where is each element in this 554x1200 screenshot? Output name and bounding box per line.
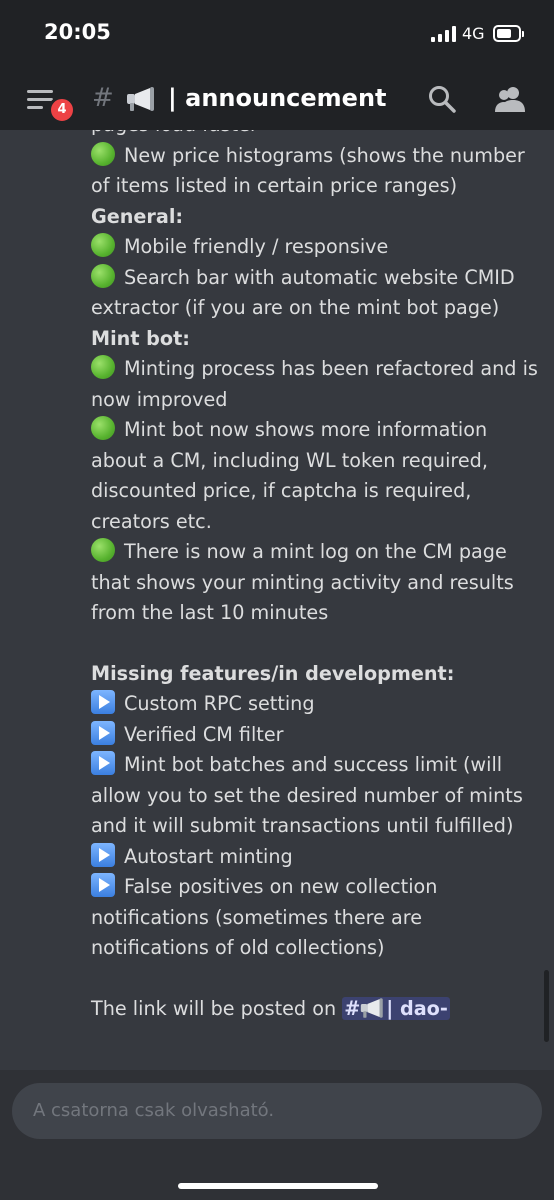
line-text: Search bar with automatic website CMID — [124, 265, 515, 289]
text-line: allow you to set the desired number of m… — [91, 781, 541, 812]
section-heading: General: — [91, 202, 541, 233]
text-line: about a CM, including WL token required, — [91, 446, 541, 477]
line-text: extractor (if you are on the mint bot pa… — [91, 296, 500, 319]
line-text: now improved — [91, 387, 228, 411]
green-circle-icon — [91, 538, 115, 562]
play-button-icon — [91, 690, 115, 714]
line-text: about a CM, including WL token required, — [91, 448, 488, 472]
green-circle-icon — [91, 141, 115, 166]
unread-badge: 4 — [48, 96, 76, 124]
text-line: notifications of old collections) — [91, 933, 541, 964]
channel-mention[interactable]: # | dao- — [342, 996, 450, 1020]
text-line: from the last 10 minutes — [91, 598, 541, 629]
channel-header: 4 # | announcement — [0, 70, 554, 130]
line-text: creators etc. — [91, 509, 212, 533]
message-content: pages load faster New price histograms (… — [91, 130, 541, 1024]
play-button-icon — [91, 720, 115, 745]
line-text: Verified CM filter — [124, 722, 284, 746]
green-circle-icon — [91, 416, 115, 440]
list-item: Mobile friendly / responsive — [91, 232, 541, 263]
signal-icon — [431, 26, 456, 42]
line-text: There is now a mint log on the CM page — [124, 540, 507, 563]
text-line: extractor (if you are on the mint bot pa… — [91, 293, 541, 324]
line-text: Custom RPC setting — [124, 692, 315, 715]
green-circle-icon — [91, 263, 115, 288]
megaphone-icon — [127, 87, 154, 111]
line-text: Mint bot: — [91, 326, 190, 350]
section-heading: Missing features/in development: — [91, 659, 541, 690]
line-text: allow you to set the desired number of m… — [91, 783, 523, 807]
scrollbar[interactable] — [544, 970, 549, 1042]
line-text: New price histograms (shows the number — [124, 143, 525, 167]
text-line: creators etc. — [91, 507, 541, 538]
line-text: of items listed in certain price ranges) — [91, 174, 458, 197]
line-text: Mint bot now shows more information — [124, 418, 488, 441]
home-indicator[interactable] — [178, 1183, 378, 1189]
megaphone-icon — [361, 997, 384, 1018]
play-button-icon — [91, 873, 115, 897]
text-line: that shows your minting activity and res… — [91, 568, 541, 599]
green-circle-icon — [91, 233, 115, 257]
line-text: discounted price, if captcha is required… — [91, 479, 472, 502]
line-text: False positives on new collection — [124, 875, 438, 898]
message-list[interactable]: pages load faster New price histograms (… — [0, 130, 554, 1070]
list-item: Search bar with automatic website CMID — [91, 263, 541, 294]
clipped-line: pages load faster — [91, 130, 541, 141]
list-item: New price histograms (shows the number — [91, 141, 541, 172]
green-circle-icon — [91, 355, 115, 379]
line-text: Autostart minting — [124, 844, 293, 868]
message-footer: A csatorna csak olvasható. — [0, 1070, 554, 1200]
line-text: Minting process has been refactored and … — [124, 357, 538, 380]
text-line: notifications (sometimes there are — [91, 903, 541, 934]
link-prefix: The link will be posted on — [91, 996, 343, 1020]
channel-title[interactable]: | announcement — [168, 84, 387, 112]
play-button-icon — [91, 751, 115, 775]
list-item: Mint bot now shows more information — [91, 415, 541, 446]
list-item: Custom RPC setting — [91, 689, 541, 720]
status-bar: 20:05 4G — [0, 0, 554, 70]
text-line: discounted price, if captcha is required… — [91, 476, 541, 507]
line-text: Mobile friendly / responsive — [124, 235, 389, 258]
link-line: The link will be posted on # | dao- — [91, 994, 541, 1025]
text-line: and it will submit transactions until fu… — [91, 811, 541, 842]
mention-hash: # — [344, 996, 361, 1020]
text-line: of items listed in certain price ranges) — [91, 171, 541, 202]
line-text: and it will submit transactions until fu… — [91, 814, 514, 837]
text-line: now improved — [91, 385, 541, 416]
line-text: notifications (sometimes there are — [91, 905, 423, 929]
list-item: Minting process has been refactored and … — [91, 354, 541, 385]
list-item: There is now a mint log on the CM page — [91, 537, 541, 568]
list-item: False positives on new collection — [91, 872, 541, 903]
line-text: notifications of old collections) — [91, 936, 385, 959]
line-text: that shows your minting activity and res… — [91, 570, 514, 594]
line-text: General: — [91, 204, 184, 228]
channel-hash-icon: # — [92, 83, 114, 113]
network-type: 4G — [462, 24, 485, 43]
list-item: Autostart minting — [91, 842, 541, 873]
status-time: 20:05 — [44, 20, 111, 44]
search-icon[interactable] — [428, 85, 456, 113]
section-heading: Mint bot: — [91, 324, 541, 355]
line-text: Mint bot batches and success limit (will — [124, 753, 503, 776]
line-text: from the last 10 minutes — [91, 601, 329, 624]
read-only-notice: A csatorna csak olvasható. — [12, 1083, 542, 1139]
mention-channel-name: | dao- — [386, 996, 448, 1020]
play-button-icon — [91, 842, 115, 867]
members-icon[interactable] — [494, 85, 526, 113]
battery-icon — [493, 25, 524, 42]
line-text: Missing features/in development: — [91, 661, 455, 685]
list-item: Verified CM filter — [91, 720, 541, 751]
list-item: Mint bot batches and success limit (will — [91, 750, 541, 781]
